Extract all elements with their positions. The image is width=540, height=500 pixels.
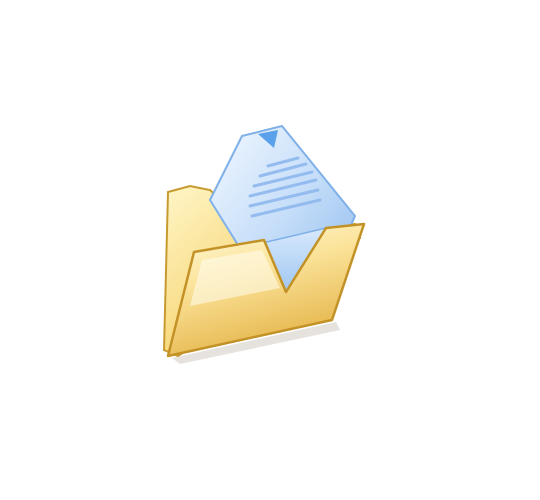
open-folder-document-icon <box>150 120 380 370</box>
icon-stage <box>0 0 540 500</box>
